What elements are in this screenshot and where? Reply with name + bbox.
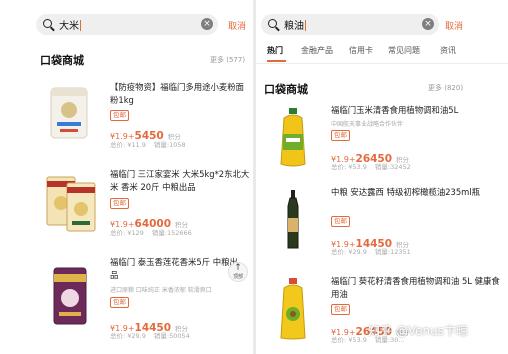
product-title[interactable]: 福临门玉米清香食用植物调和油5L bbox=[331, 104, 503, 117]
free-shipping-badge: 包邮 bbox=[110, 297, 129, 308]
product-title[interactable]: 福临门 三江家宴米 大米5kg*2东北大米 香米 20斤 中粮出品 bbox=[110, 168, 250, 194]
product-card[interactable]: 【防疫物资】福临门多用途小麦粉面粉1kg 包邮 ¥1.9+5450 积分 总价: … bbox=[0, 82, 253, 152]
tab-faq[interactable]: 常见问题 bbox=[388, 45, 420, 56]
product-card[interactable]: 福临门 三江家宴米 大米5kg*2东北大米 香米 20斤 中粮出品 包邮 ¥1.… bbox=[0, 167, 253, 237]
more-link[interactable]: 更多 (820) bbox=[428, 83, 463, 93]
free-shipping-badge: 包邮 bbox=[110, 110, 129, 121]
clear-icon[interactable]: × bbox=[422, 18, 434, 30]
product-image bbox=[48, 82, 90, 142]
more-link[interactable]: 更多 (577) bbox=[210, 55, 245, 65]
search-input[interactable]: 大米 bbox=[59, 17, 81, 32]
tab-finance-products[interactable]: 金融产品 bbox=[301, 45, 333, 56]
product-image bbox=[50, 266, 90, 326]
free-shipping-badge: 包邮 bbox=[110, 198, 129, 209]
search-icon bbox=[268, 19, 277, 28]
product-image bbox=[44, 173, 98, 233]
search-input[interactable]: 粮油 bbox=[284, 17, 306, 32]
product-title[interactable]: 中粮 安达露西 特级初榨橄榄油235ml瓶 bbox=[331, 186, 483, 199]
tab-hot[interactable]: 热门 bbox=[267, 45, 283, 56]
product-card[interactable]: 福临门 泰玉香莲花香米5斤 中粮出品 进口原粮 口味纯正 米香浓郁 软滑爽口 包… bbox=[0, 256, 253, 340]
product-meta: 总价: ¥29.9 销量:50054 bbox=[110, 332, 190, 340]
product-image bbox=[278, 108, 308, 168]
search-bar[interactable]: 粮油 × bbox=[261, 14, 439, 35]
product-subtitle: 进口原粮 口味纯正 米香浓郁 软滑爽口 bbox=[110, 287, 212, 294]
product-image bbox=[285, 190, 301, 250]
text-cursor bbox=[80, 20, 81, 31]
category-tabs: 热门 金融产品 信用卡 常见问题 资讯 bbox=[256, 45, 508, 62]
section-title: 口袋商城 bbox=[40, 54, 84, 67]
search-icon bbox=[43, 19, 52, 28]
product-card[interactable]: 中粮 安达露西 特级初榨橄榄油235ml瓶 包邮 ¥1.9+14450 积分 总价… bbox=[256, 186, 508, 256]
free-shipping-badge: 包邮 bbox=[331, 130, 350, 141]
product-card[interactable]: 福临门玉米清香食用植物调和油5L 中国航天事业战略合作伙伴 包邮 ¥1.9+26… bbox=[256, 104, 508, 174]
left-screen: 大米 × 取消 口袋商城 更多 (577) 【防疫物资】福临门多用途小麦粉面粉1… bbox=[0, 0, 253, 354]
watermark: 知乎 @Venus卞晾 bbox=[368, 324, 468, 338]
product-meta: 总价: ¥11.9 销量:1058 bbox=[110, 141, 186, 149]
section-title: 口袋商城 bbox=[264, 83, 308, 96]
arrow-up-icon: ↑ bbox=[234, 263, 242, 273]
product-title[interactable]: 【防疫物资】福临门多用途小麦粉面粉1kg bbox=[110, 81, 248, 107]
tab-credit-card[interactable]: 信用卡 bbox=[349, 45, 373, 56]
cancel-button[interactable]: 取消 bbox=[228, 19, 246, 32]
product-meta: 总价: ¥29.9 销量:12351 bbox=[331, 248, 411, 256]
tab-news[interactable]: 资讯 bbox=[440, 45, 456, 56]
back-to-top-button[interactable]: ↑ 顶部 bbox=[228, 262, 248, 282]
product-title[interactable]: 福临门 葵花籽清香食用植物调和油 5L 健康食用油 bbox=[331, 275, 503, 301]
product-image bbox=[278, 278, 308, 340]
tabs-divider bbox=[256, 63, 508, 64]
product-title[interactable]: 福临门 泰玉香莲花香米5斤 中粮出品 bbox=[110, 256, 240, 282]
free-shipping-badge: 包邮 bbox=[331, 304, 350, 315]
product-meta: 总价: ¥53.9 销量:32452 bbox=[331, 163, 411, 171]
text-cursor bbox=[305, 20, 306, 31]
product-meta: 总价: ¥129 销量:152666 bbox=[110, 229, 192, 237]
clear-icon[interactable]: × bbox=[201, 18, 213, 30]
cancel-button[interactable]: 取消 bbox=[445, 19, 463, 32]
free-shipping-badge: 包邮 bbox=[331, 216, 350, 227]
right-screen: 粮油 × 取消 热门 金融产品 信用卡 常见问题 资讯 口袋商城 更多 (820… bbox=[256, 0, 508, 354]
search-bar[interactable]: 大米 × bbox=[36, 14, 218, 35]
product-subtitle: 中国航天事业战略合作伙伴 bbox=[331, 121, 404, 128]
active-tab-indicator bbox=[267, 60, 286, 62]
